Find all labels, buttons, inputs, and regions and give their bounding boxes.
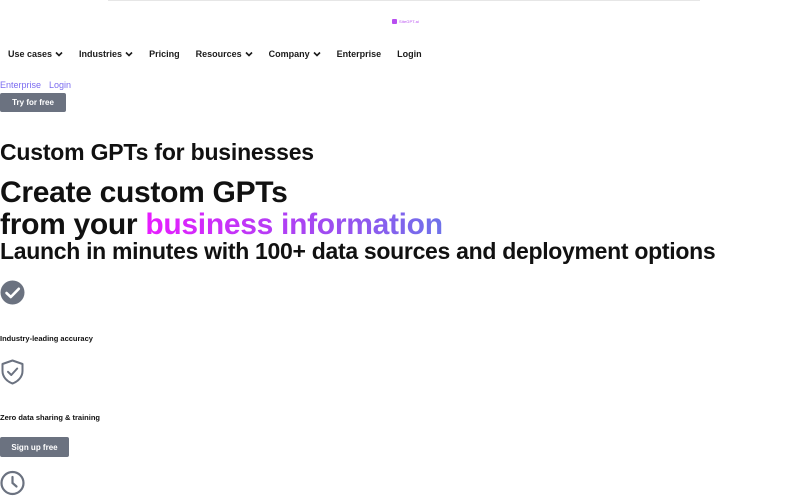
chevron-down-icon [55,51,63,57]
nav-label: Industries [79,49,123,59]
hero-tagline: Launch in minutes with 100+ data sources… [0,238,716,264]
sign-up-free-button[interactable]: Sign up free [0,437,69,457]
nav-label: Pricing [149,49,180,59]
nav-item-company[interactable]: Company [269,49,321,59]
hero-subtitle: Custom GPTs for businesses [0,139,314,165]
chevron-down-icon [245,51,253,57]
nav-item-industries[interactable]: Industries [79,49,133,59]
headline-line2-prefix: from your [0,208,146,241]
nav-item-use-cases[interactable]: Use cases [8,49,63,59]
logo-mark-icon [392,19,397,24]
top-divider [108,0,700,1]
nav-label: Use cases [8,49,53,59]
nav-item-resources[interactable]: Resources [196,49,253,59]
check-circle-icon [0,280,26,306]
headline-bold: custom GPTs [99,176,288,209]
nav-item-login[interactable]: Login [397,49,422,59]
headline-prefix: Create [0,176,100,209]
main-nav: Use cases Industries Pricing Resources C… [8,46,422,62]
chevron-down-icon [125,51,133,57]
try-for-free-button[interactable]: Try for free [0,93,66,112]
feature-label-accuracy: Industry-leading accuracy [0,334,93,343]
enterprise-link[interactable]: Enterprise [0,80,41,90]
login-link[interactable]: Login [49,80,71,90]
hero-headline: Create custom GPTs from your business in… [0,177,443,241]
nav-item-enterprise[interactable]: Enterprise [337,49,382,59]
chevron-down-icon [313,51,321,57]
nav-item-pricing[interactable]: Pricing [149,49,180,59]
feature-label-privacy: Zero data sharing & training [0,413,101,422]
nav-label: Login [397,49,422,59]
secondary-links: Enterprise Login [0,80,71,90]
nav-label: Company [268,49,310,59]
nav-label: Resources [195,49,242,59]
nav-label: Enterprise [336,49,382,59]
logo-text: SiteGPT.ai [399,19,419,24]
clock-icon [0,470,26,496]
shield-check-icon [0,359,26,385]
brand-logo[interactable]: SiteGPT.ai [392,19,419,24]
headline-highlight: business information [145,208,443,241]
